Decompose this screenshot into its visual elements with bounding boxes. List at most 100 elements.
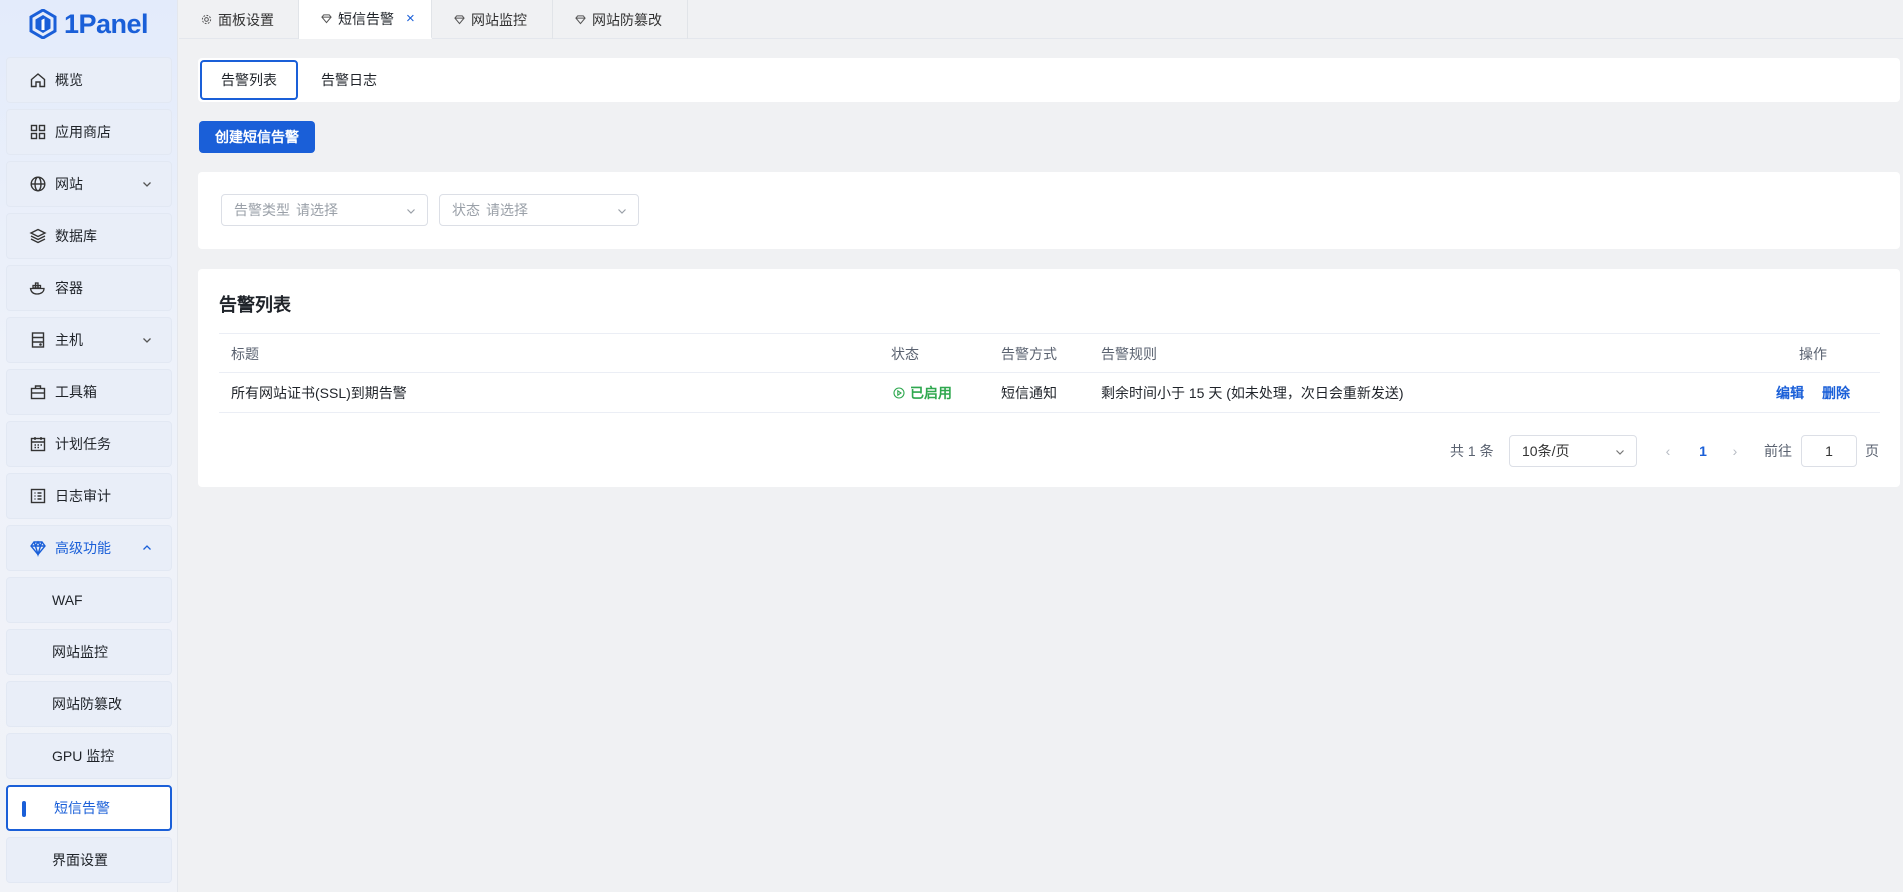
- status-badge: 已启用: [893, 373, 952, 413]
- sidebar-subitem-website-monitor[interactable]: 网站监控: [6, 629, 172, 675]
- sidebar-subitem-waf[interactable]: WAF: [6, 577, 172, 623]
- sidebar-item-label: 日志审计: [55, 488, 111, 504]
- row-method: 短信通知: [1001, 385, 1057, 401]
- server-icon: [29, 331, 47, 349]
- create-sms-alert-button[interactable]: 创建短信告警: [199, 121, 315, 153]
- logo-text: 1Panel: [64, 8, 149, 39]
- chevron-down-icon: [407, 209, 415, 214]
- sidebar-item-label: GPU 监控: [52, 748, 115, 764]
- grid-icon: [29, 123, 47, 141]
- tab-sms-alert[interactable]: 短信告警 ×: [299, 0, 432, 39]
- tab-panel-settings[interactable]: 面板设置: [179, 0, 299, 39]
- page-number-current[interactable]: 1: [1693, 435, 1713, 467]
- goto-page-input[interactable]: [1801, 435, 1857, 467]
- goto-unit: 页: [1865, 443, 1879, 459]
- sidebar-item-host[interactable]: 主机: [6, 317, 172, 363]
- sidebar-item-label: 计划任务: [55, 436, 111, 452]
- header-title: 标题: [231, 346, 259, 362]
- logo[interactable]: 1Panel: [28, 6, 149, 42]
- log-icon: [29, 487, 47, 505]
- sidebar-menu: 概览 应用商店 网站 数据库 容器 主机 工具箱 计划任务 日志审计 高级功能 …: [6, 57, 172, 889]
- chevron-down-icon: [143, 338, 151, 343]
- row-rule: 剩余时间小于 15 天 (如未处理，次日会重新发送): [1101, 385, 1404, 401]
- header-operations: 操作: [1799, 346, 1827, 362]
- tab-label: 短信告警: [338, 10, 394, 27]
- tab-label: 面板设置: [218, 11, 274, 28]
- sidebar-item-label: 网站监控: [52, 644, 108, 660]
- tab-tamper-proof[interactable]: 网站防篡改: [553, 0, 688, 39]
- play-circle-icon: [893, 387, 905, 399]
- chevron-down-icon: [618, 209, 626, 214]
- tab-website-monitor[interactable]: 网站监控: [432, 0, 553, 39]
- status-select[interactable]: 状态 请选择: [439, 194, 639, 226]
- goto-label: 前往: [1764, 443, 1792, 459]
- sidebar-item-database[interactable]: 数据库: [6, 213, 172, 259]
- next-page-button[interactable]: ›: [1725, 435, 1745, 467]
- subtab-label: 告警日志: [321, 72, 377, 88]
- alert-type-select[interactable]: 告警类型 请选择: [221, 194, 428, 226]
- sidebar-item-overview[interactable]: 概览: [6, 57, 172, 103]
- sidebar-item-log-audit[interactable]: 日志审计: [6, 473, 172, 519]
- toolbox-icon: [29, 383, 47, 401]
- sidebar-item-website[interactable]: 网站: [6, 161, 172, 207]
- tab-label: 网站防篡改: [592, 11, 662, 28]
- globe-icon: [29, 175, 47, 193]
- sidebar-subitem-ui-settings[interactable]: 界面设置: [6, 837, 172, 883]
- calendar-icon: [29, 435, 47, 453]
- sidebar-item-label: 应用商店: [55, 124, 111, 140]
- home-icon: [29, 71, 47, 89]
- select-placeholder: 请选择: [486, 202, 528, 218]
- sidebar-item-label: 网站防篡改: [52, 696, 122, 712]
- alert-list-card: 告警列表 标题 状态 告警方式 告警规则 操作 所有网站证书(SSL)到期告警 …: [198, 269, 1900, 487]
- sidebar-subitem-sms-alert[interactable]: 短信告警: [6, 785, 172, 831]
- active-indicator: [22, 801, 26, 817]
- sidebar-item-label: WAF: [52, 592, 83, 608]
- top-tab-bar: 面板设置 短信告警 × 网站监控 网站防篡改: [179, 0, 1903, 39]
- sidebar-item-toolbox[interactable]: 工具箱: [6, 369, 172, 415]
- gear-icon: [201, 14, 212, 25]
- tab-label: 网站监控: [471, 11, 527, 28]
- sidebar-item-label: 容器: [55, 280, 83, 296]
- prev-page-button[interactable]: ‹: [1658, 435, 1678, 467]
- sidebar-item-label: 短信告警: [54, 800, 110, 816]
- row-title: 所有网站证书(SSL)到期告警: [231, 385, 407, 401]
- edit-button[interactable]: 编辑: [1776, 373, 1804, 413]
- sidebar-item-container[interactable]: 容器: [6, 265, 172, 311]
- sidebar-item-label: 主机: [55, 332, 83, 348]
- chevron-up-icon: [143, 545, 151, 550]
- page-size-value: 10条/页: [1522, 443, 1570, 459]
- subtab-alert-log[interactable]: 告警日志: [300, 60, 398, 100]
- sidebar-item-label: 概览: [55, 72, 83, 88]
- header-rule: 告警规则: [1101, 346, 1157, 362]
- sidebar-subitem-gpu-monitor[interactable]: GPU 监控: [6, 733, 172, 779]
- delete-button[interactable]: 删除: [1822, 373, 1850, 413]
- layers-icon: [29, 227, 47, 245]
- sidebar: 1Panel 概览 应用商店 网站 数据库 容器 主机 工具箱 计划任务 日志审…: [0, 0, 178, 892]
- logo-icon: [29, 9, 57, 39]
- diamond-icon: [454, 15, 465, 25]
- close-icon[interactable]: ×: [406, 10, 415, 27]
- sidebar-subitem-tamper-proof[interactable]: 网站防篡改: [6, 681, 172, 727]
- card-title: 告警列表: [219, 295, 291, 315]
- alert-table: 标题 状态 告警方式 告警规则 操作 所有网站证书(SSL)到期告警 已启用 短…: [219, 333, 1880, 413]
- sidebar-item-advanced[interactable]: 高级功能: [6, 525, 172, 571]
- subtab-alert-list[interactable]: 告警列表: [200, 60, 298, 100]
- select-label: 告警类型: [234, 202, 290, 218]
- subtab-bar: 告警列表 告警日志: [198, 58, 1900, 102]
- select-placeholder: 请选择: [296, 202, 338, 218]
- chevron-down-icon: [143, 182, 151, 187]
- sidebar-item-app-store[interactable]: 应用商店: [6, 109, 172, 155]
- filter-card: 告警类型 请选择 状态 请选择: [198, 172, 1900, 249]
- header-method: 告警方式: [1001, 346, 1057, 362]
- table-row: 所有网站证书(SSL)到期告警 已启用 短信通知 剩余时间小于 15 天 (如未…: [219, 373, 1880, 413]
- sidebar-item-cron[interactable]: 计划任务: [6, 421, 172, 467]
- sidebar-item-label: 网站: [55, 176, 83, 192]
- status-text: 已启用: [910, 385, 952, 401]
- sidebar-item-label: 数据库: [55, 228, 97, 244]
- pagination-total: 共 1 条: [1450, 443, 1494, 459]
- header-status: 状态: [891, 346, 919, 362]
- page-size-select[interactable]: 10条/页: [1509, 435, 1637, 467]
- subtab-label: 告警列表: [221, 72, 277, 88]
- sidebar-item-label: 高级功能: [55, 540, 111, 556]
- chevron-down-icon: [1616, 450, 1624, 455]
